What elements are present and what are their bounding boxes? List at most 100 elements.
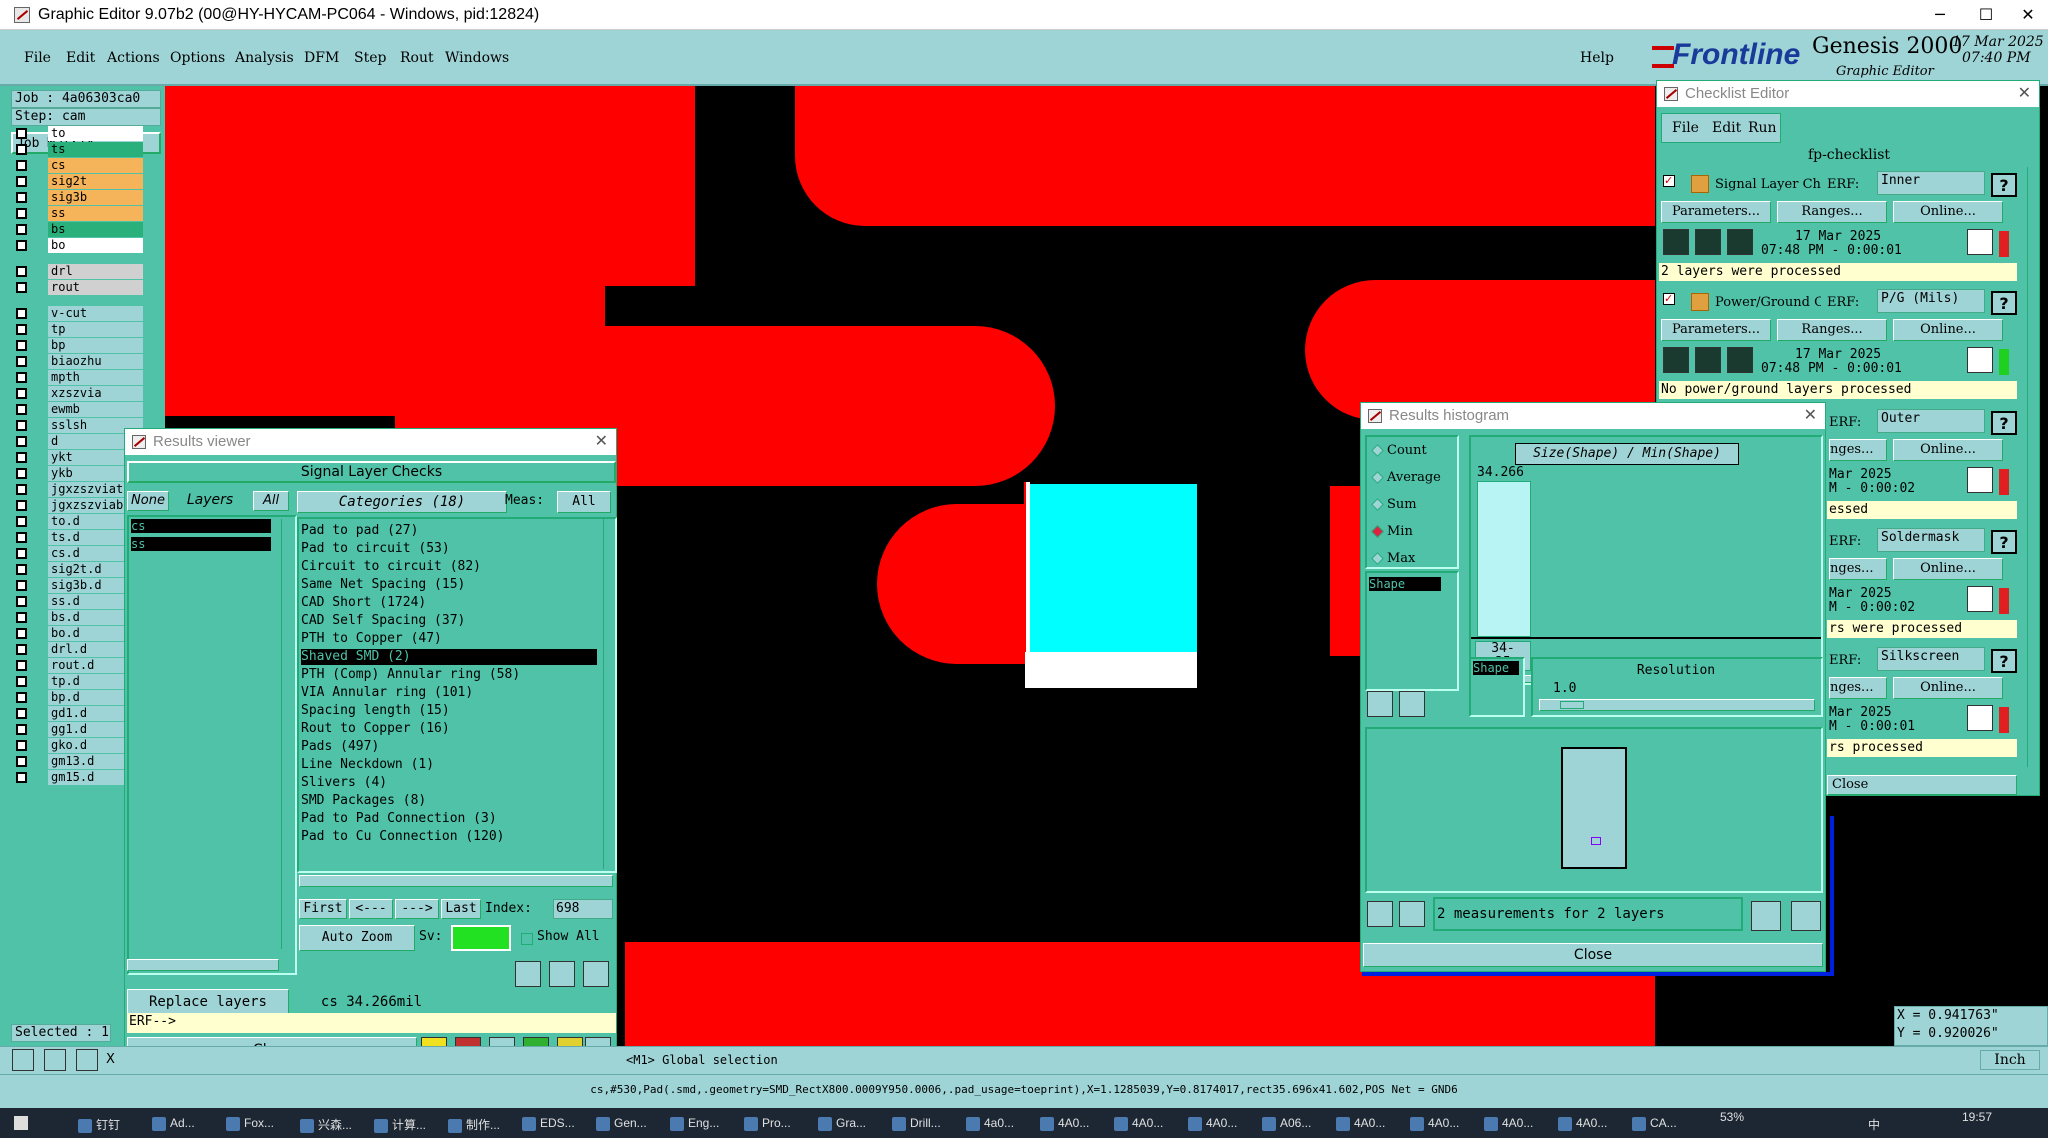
unit-selector[interactable]: Inch	[1980, 1050, 2040, 1070]
none-button[interactable]: None	[127, 491, 169, 511]
taskbar-app[interactable]: 4A0...	[1040, 1116, 1089, 1131]
layer-row[interactable]: jgxzszviat	[12, 482, 143, 497]
checklist-menu-run[interactable]: Run	[1748, 120, 1777, 136]
layer-checkbox[interactable]	[16, 564, 27, 575]
layer-checkbox[interactable]	[16, 724, 27, 735]
checklist-menu-edit[interactable]: Edit	[1712, 120, 1741, 136]
zoom-results-icon[interactable]	[1967, 705, 1993, 731]
layer-name[interactable]: biaozhu	[48, 354, 143, 369]
layer-checkbox[interactable]	[16, 644, 27, 655]
shape-item[interactable]: Shape	[1369, 577, 1441, 591]
layer-checkbox[interactable]	[16, 208, 27, 219]
menu-rout[interactable]: Rout	[400, 50, 434, 66]
ranges-button[interactable]: Ranges...	[1777, 319, 1887, 341]
layer-row[interactable]: xzszvia	[12, 386, 143, 401]
layer-checkbox[interactable]	[16, 596, 27, 607]
taskbar-app[interactable]: CA...	[1632, 1116, 1677, 1131]
layer-checkbox[interactable]	[16, 612, 27, 623]
layer-name[interactable]: mpth	[48, 370, 143, 385]
layer-checkbox[interactable]	[16, 324, 27, 335]
layer-checkbox[interactable]	[16, 756, 27, 767]
delete-icon[interactable]	[515, 961, 541, 987]
measure-icon[interactable]	[44, 1049, 66, 1071]
layer-name[interactable]: sig3b	[48, 190, 143, 205]
histogram-close-button[interactable]: Close	[1363, 943, 1823, 967]
parameters-button[interactable]: Parameters...	[1661, 201, 1771, 223]
erf-field[interactable]: ERF-->	[127, 1013, 616, 1033]
menu-analysis[interactable]: Analysis	[235, 50, 294, 66]
layer-row[interactable]: sig2t	[12, 174, 143, 189]
category-scrollbar[interactable]	[603, 519, 615, 869]
layer-row[interactable]: sig2t.d	[12, 562, 143, 577]
layer-checkbox[interactable]	[16, 708, 27, 719]
layer-row[interactable]: tp	[12, 322, 143, 337]
ranges-button[interactable]: Ranges...	[1777, 201, 1887, 223]
taskbar-app[interactable]: 4A0...	[1188, 1116, 1237, 1131]
layer-checkbox[interactable]	[16, 128, 27, 139]
category-item[interactable]: Slivers (4)	[301, 775, 597, 791]
layer-row[interactable]: bo	[12, 238, 143, 253]
delete-icon[interactable]	[1367, 901, 1393, 927]
histogram-bar[interactable]	[1477, 481, 1531, 637]
layer-row[interactable]: bs.d	[12, 610, 143, 625]
category-item[interactable]: Circuit to circuit (82)	[301, 559, 597, 575]
layer-checkbox[interactable]	[16, 160, 27, 171]
layer-checkbox[interactable]	[16, 240, 27, 251]
minimize-button[interactable]: ─	[1917, 0, 1963, 30]
erf-value[interactable]: Inner	[1877, 171, 1985, 195]
start-icon[interactable]	[14, 1116, 28, 1130]
layer-row[interactable]: tp.d	[12, 674, 143, 689]
layer-row[interactable]: gm13.d	[12, 754, 143, 769]
last-button[interactable]: Last	[441, 899, 481, 919]
layer-checkbox[interactable]	[16, 532, 27, 543]
zoom-results-icon[interactable]	[1967, 229, 1993, 255]
menu-windows[interactable]: Windows	[445, 50, 509, 66]
layer-row[interactable]: to	[12, 126, 143, 141]
category-item[interactable]: VIA Annular ring (101)	[301, 685, 597, 701]
layer-row[interactable]: ss.d	[12, 594, 143, 609]
help-button[interactable]: ?	[1991, 530, 2017, 554]
layer-row[interactable]: bs	[12, 222, 143, 237]
layer-checkbox[interactable]	[16, 740, 27, 751]
taskbar-app[interactable]: Pro...	[744, 1116, 791, 1131]
menu-options[interactable]: Options	[170, 50, 225, 66]
refresh-icon[interactable]	[1399, 901, 1425, 927]
ime-indicator[interactable]: 中	[1868, 1116, 1880, 1133]
category-item[interactable]: PTH (Comp) Annular ring (58)	[301, 667, 597, 683]
layer-name[interactable]: drl	[48, 264, 143, 279]
layer-row[interactable]: d	[12, 434, 143, 449]
taskbar-app[interactable]: Gen...	[596, 1116, 647, 1131]
layer-list-scrollbar[interactable]	[281, 519, 293, 949]
histogram-chart[interactable]: Size(Shape) / Min(Shape) 34.266 34- 35	[1469, 435, 1823, 685]
run-icon[interactable]	[1663, 347, 1689, 373]
layer-row[interactable]: mpth	[12, 370, 143, 385]
checklist-close-button[interactable]: Close	[1827, 775, 2017, 795]
all-button[interactable]: All	[253, 491, 289, 511]
result-layer-ss[interactable]: ss	[131, 537, 271, 551]
category-item[interactable]: Pad to circuit (53)	[301, 541, 597, 557]
layer-name[interactable]: rout	[48, 280, 143, 295]
meas-select[interactable]: All	[557, 491, 611, 513]
erf-value[interactable]: P/G (Mils)	[1877, 289, 1985, 313]
taskbar-app[interactable]: 4A0...	[1484, 1116, 1533, 1131]
taskbar-app[interactable]: 兴森...	[300, 1116, 352, 1133]
taskbar-app[interactable]: Gra...	[818, 1116, 866, 1131]
layer-row[interactable]: ewmb	[12, 402, 143, 417]
layer-row[interactable]: bp	[12, 338, 143, 353]
layer-row[interactable]: ts.d	[12, 530, 143, 545]
layer-row[interactable]: jgxzszviab	[12, 498, 143, 513]
snap-icon[interactable]	[12, 1049, 34, 1071]
close-icon[interactable]: ✕	[595, 429, 608, 455]
layer-row[interactable]: ykt	[12, 450, 143, 465]
taskbar-app[interactable]: 钉钉	[78, 1116, 120, 1133]
layer-row[interactable]: sig3b.d	[12, 578, 143, 593]
layer-checkbox[interactable]	[16, 692, 27, 703]
layer-row[interactable]: gm15.d	[12, 770, 143, 785]
help-button[interactable]: ?	[1991, 411, 2017, 435]
zoom-results-icon[interactable]	[1967, 586, 1993, 612]
histogram-shape-list[interactable]: Shape	[1365, 571, 1459, 691]
layer-checkbox[interactable]	[16, 628, 27, 639]
run-select-icon[interactable]	[1727, 347, 1753, 373]
taskbar-app[interactable]: 4A0...	[1558, 1116, 1607, 1131]
layer-row[interactable]: gd1.d	[12, 706, 143, 721]
